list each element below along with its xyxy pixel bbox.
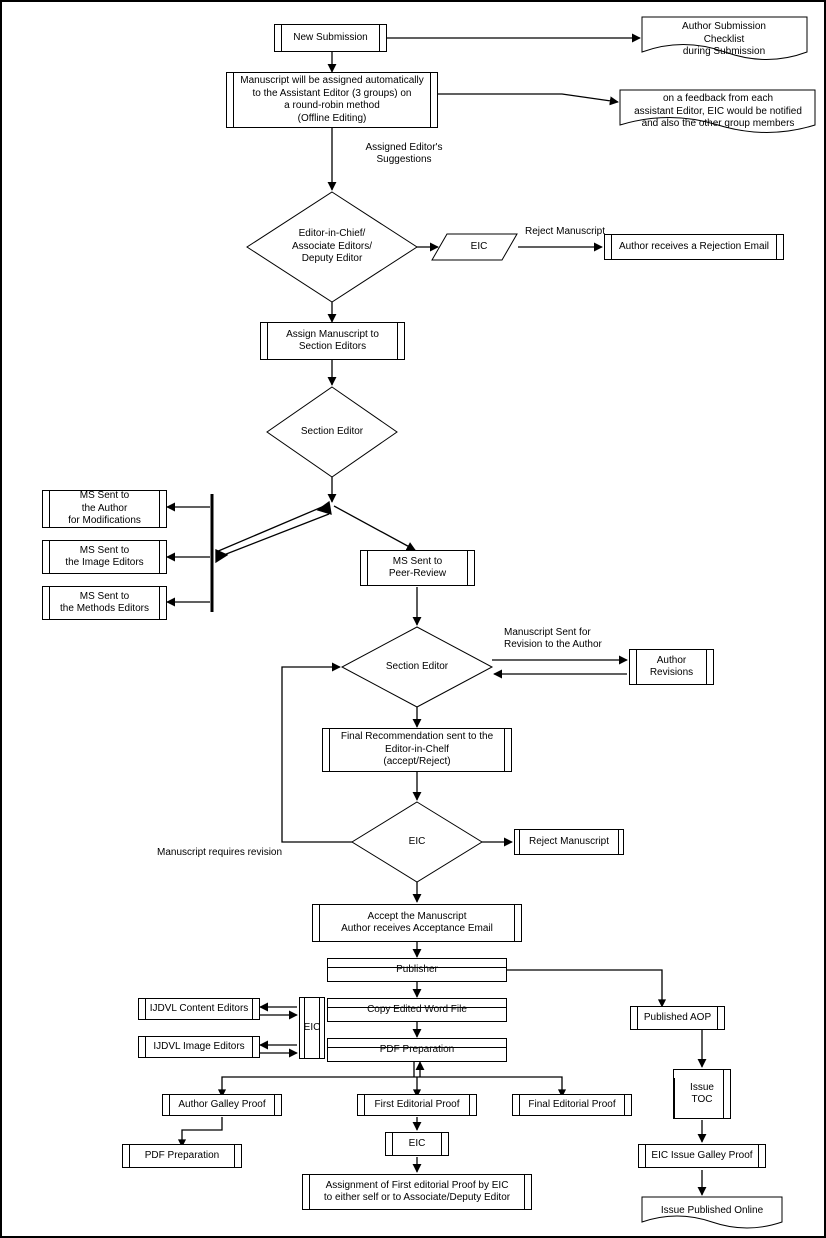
node-first-editorial-proof: First Editorial Proof (357, 1094, 477, 1116)
node-pdf-prep-2: PDF Preparation (122, 1144, 242, 1168)
text: Section Editor (301, 426, 363, 439)
text: Author Revisions (650, 655, 693, 680)
text: EIC (304, 1022, 321, 1035)
text: Published AOP (644, 1012, 711, 1025)
text: Final Editorial Proof (528, 1099, 615, 1112)
node-published-aop: Published AOP (630, 1006, 725, 1030)
node-assign-ae: Manuscript will be assigned automaticall… (226, 72, 438, 128)
text: Assignment of First editorial Proof by E… (324, 1180, 510, 1205)
text: Issue Published Online (661, 1205, 763, 1218)
label-assigned-suggestions: Assigned Editor's Suggestions (344, 142, 464, 166)
text: EIC (409, 836, 426, 849)
node-eic-parallelogram: EIC (454, 238, 504, 256)
node-sent-peer: MS Sent to Peer-Review (360, 550, 475, 586)
text: EIC Issue Galley Proof (651, 1150, 752, 1163)
node-new-submission: New Submission (274, 24, 387, 52)
label-requires-revision: Manuscript requires revision (157, 847, 297, 859)
node-eic-assoc-dep: Editor-in-Chief/ Associate Editors/ Depu… (272, 220, 392, 274)
text: on a feedback from each assistant Editor… (634, 93, 802, 131)
node-assign-section: Assign Manuscript to Section Editors (260, 322, 405, 360)
node-checklist: Author Submission Checklist during Submi… (644, 20, 804, 60)
node-author-revisions: Author Revisions (629, 649, 714, 685)
text: First Editorial Proof (374, 1099, 459, 1112)
text: IJDVL Content Editors (150, 1003, 249, 1016)
text: Assign Manuscript to Section Editors (286, 329, 379, 354)
text: PDF Preparation (145, 1150, 219, 1163)
text: EIC (471, 241, 488, 254)
text: Manuscript will be assigned automaticall… (240, 75, 423, 125)
node-sent-methods-editors: MS Sent to the Methods Editors (42, 586, 167, 620)
text: Accept the Manuscript Author receives Ac… (341, 911, 493, 936)
node-issue-published: Issue Published Online (645, 1200, 779, 1222)
node-feedback: on a feedback from each assistant Editor… (622, 92, 814, 132)
node-assign-first-editorial: Assignment of First editorial Proof by E… (302, 1174, 532, 1210)
text: Issue TOC (690, 1082, 714, 1107)
node-final-rec: Final Recommendation sent to the Editor-… (322, 728, 512, 772)
node-section-editor-2: Section Editor (377, 655, 457, 679)
text: PDF Preparation (380, 1044, 454, 1057)
text: Author Galley Proof (178, 1099, 265, 1112)
node-eic-dec: EIC (400, 832, 434, 852)
text: EIC (409, 1138, 426, 1151)
node-eic-issue-galley: EIC Issue Galley Proof (638, 1144, 766, 1168)
node-pdf-prep: PDF Preparation (327, 1038, 507, 1062)
text: Reject Manuscript (529, 836, 609, 849)
node-sent-image-editors: MS Sent to the Image Editors (42, 540, 167, 574)
node-issue-toc: Issue TOC (673, 1069, 731, 1119)
text: Manuscript Sent for Revision to the Auth… (504, 627, 602, 650)
text: Assigned Editor's Suggestions (366, 142, 443, 165)
node-final-editorial-proof: Final Editorial Proof (512, 1094, 632, 1116)
text: MS Sent to the Methods Editors (60, 591, 149, 616)
node-copy-edited: Copy Edited Word File (327, 998, 507, 1022)
text: MS Sent to Peer-Review (389, 556, 446, 581)
text: Manuscript requires revision (157, 847, 282, 858)
node-eic-small: EIC (299, 997, 325, 1059)
text: MS Sent to the Author for Modifications (68, 490, 141, 528)
node-author-galley: Author Galley Proof (162, 1094, 282, 1116)
text: MS Sent to the Image Editors (65, 545, 143, 570)
text: IJDVL Image Editors (153, 1041, 244, 1054)
text: Author receives a Rejection Email (619, 241, 769, 254)
text: Final Recommendation sent to the Editor-… (341, 731, 493, 769)
text: Reject Manuscript (525, 226, 605, 237)
text: Publisher (396, 964, 438, 977)
label-ms-revision: Manuscript Sent for Revision to the Auth… (504, 627, 624, 651)
node-sent-author-mods: MS Sent to the Author for Modifications (42, 490, 167, 528)
node-reject-email: Author receives a Rejection Email (604, 234, 784, 260)
text: Copy Edited Word File (367, 1004, 467, 1017)
node-reject-manuscript-2: Reject Manuscript (514, 829, 624, 855)
node-publisher: Publisher (327, 958, 507, 982)
text: Section Editor (386, 661, 448, 674)
label-reject-manuscript: Reject Manuscript (520, 226, 610, 238)
node-section-editor-1: Section Editor (292, 420, 372, 444)
text: Editor-in-Chief/ Associate Editors/ Depu… (292, 228, 372, 266)
text: Author Submission Checklist during Submi… (682, 21, 766, 59)
node-eic-proof: EIC (385, 1132, 449, 1156)
node-ijdvl-content: IJDVL Content Editors (138, 998, 260, 1020)
text: New Submission (293, 32, 367, 45)
node-accept: Accept the Manuscript Author receives Ac… (312, 904, 522, 942)
node-ijdvl-image: IJDVL Image Editors (138, 1036, 260, 1058)
